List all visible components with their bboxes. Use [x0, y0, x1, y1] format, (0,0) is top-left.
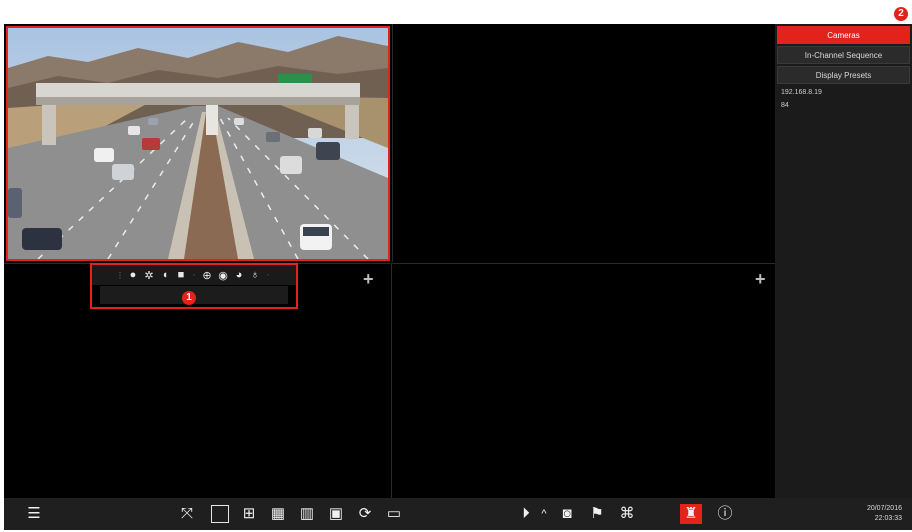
menu-icon[interactable]: ☰ [24, 504, 44, 524]
zoom-icon[interactable]: ⊕ [201, 269, 213, 282]
mic-icon[interactable]: ♁ [249, 269, 261, 281]
audio-icon[interactable]: ◖ [159, 269, 171, 281]
manual-alarm-icon[interactable]: ⚑ [586, 504, 608, 524]
info-icon[interactable]: ⓘ [714, 504, 736, 524]
add-camera-icon[interactable]: + [755, 270, 766, 288]
ptz-icon[interactable]: ■ [175, 269, 187, 281]
drag-handle-icon[interactable]: ⁝ [117, 269, 123, 282]
camera-list-item[interactable]: 84 [775, 99, 912, 112]
alarm-indicator-icon[interactable]: ♜ [680, 504, 702, 524]
playback-icon[interactable]: ⏵ [516, 504, 536, 524]
camera-cell-1[interactable] [6, 26, 390, 261]
layout-4-icon[interactable]: ⊞ [238, 504, 260, 524]
camera-cell-2[interactable] [392, 24, 776, 262]
nvr-live-view: + + ⁝ ● ✲ ◖ ■ · ⊕ ◉ ◕ ♁ · 1 Cameras In-C… [4, 24, 912, 530]
camera-grid: + + ⁝ ● ✲ ◖ ■ · ⊕ ◉ ◕ ♁ · 1 [4, 24, 776, 499]
add-camera-icon[interactable]: + [363, 270, 374, 288]
tab-display-presets[interactable]: Display Presets [777, 66, 910, 84]
callout-badge-two: 2 [894, 7, 908, 21]
highway-camera-feed [8, 28, 388, 259]
layout-custom-icon[interactable]: ▣ [325, 504, 347, 524]
ptz-icon[interactable]: ⌘ [616, 504, 638, 524]
camera-quick-toolbar: ⁝ ● ✲ ◖ ■ · ⊕ ◉ ◕ ♁ · 1 [90, 263, 298, 309]
camera-cell-4[interactable]: + [391, 263, 776, 499]
date-text: 20/07/2016 [866, 505, 902, 512]
tab-in-channel-sequence[interactable]: In-Channel Sequence [777, 46, 910, 64]
snapshot-icon[interactable]: ✲ [143, 269, 155, 282]
callout-badge-one: 1 [182, 291, 196, 305]
color-icon[interactable]: ◕ [233, 269, 245, 281]
record-icon[interactable]: ◙ [556, 504, 578, 524]
sequence-icon[interactable]: ⟳ [354, 504, 376, 524]
camera-list-item[interactable]: 192.168.8.19 [775, 86, 912, 99]
record-icon[interactable]: ● [127, 269, 139, 281]
layout-16-icon[interactable]: ▥ [296, 504, 318, 524]
fullscreen-icon[interactable]: ⤧ [176, 504, 198, 524]
chevron-up-icon[interactable]: ^ [538, 504, 550, 524]
eye-icon[interactable]: ◉ [217, 269, 229, 282]
preview-mode-icon[interactable]: ▭ [383, 504, 405, 524]
time-text: 22:03:33 [874, 515, 902, 522]
bottom-taskbar: ☰ ⤧ ⊞ ▦ ▥ ▣ ⟳ ▭ ⏵ ^ ◙ ⚑ ⌘ ♜ ⓘ 20/07/2016… [4, 498, 912, 530]
close-icon[interactable]: · [265, 269, 271, 281]
toolbar-icon-row: ⁝ ● ✲ ◖ ■ · ⊕ ◉ ◕ ♁ · [92, 265, 296, 285]
tab-cameras[interactable]: Cameras [777, 26, 910, 44]
divider: · [192, 269, 196, 281]
layout-9-icon[interactable]: ▦ [267, 504, 289, 524]
camera-sidebar: Cameras In-Channel Sequence Display Pres… [775, 24, 912, 498]
clock: 20/07/2016 22:03:33 [867, 504, 902, 524]
layout-1-icon[interactable] [209, 504, 231, 524]
